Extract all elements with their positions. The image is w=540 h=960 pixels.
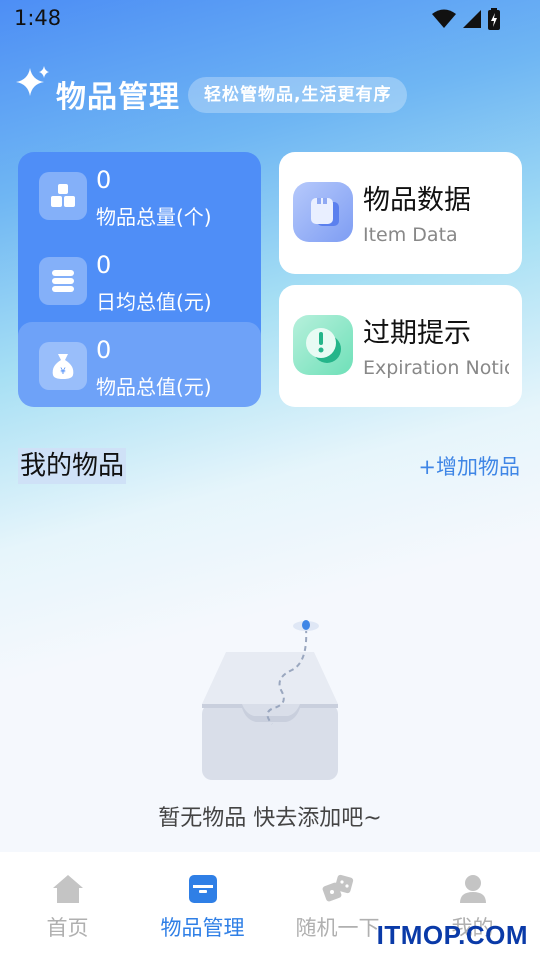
stat-label: 日均总值(元) xyxy=(96,290,212,314)
feature-subtitle: Item Data xyxy=(363,224,458,246)
slogan-badge: 轻松管物品,生活更有序 xyxy=(188,77,408,113)
app-title: 物品管理 xyxy=(56,80,180,115)
feature-title: 过期提示 xyxy=(363,318,471,349)
status-time: 1:48 xyxy=(14,6,62,30)
wifi-icon xyxy=(432,9,456,28)
boxes-icon xyxy=(39,172,87,220)
feature-subtitle: Expiration Notice xyxy=(363,357,509,379)
svg-text:¥: ¥ xyxy=(60,367,66,377)
tab-label: 首页 xyxy=(46,916,89,940)
stat-label: 物品总量(个) xyxy=(96,205,212,229)
watermark-logo: ITMOP.COM xyxy=(376,920,528,950)
tab-item-management[interactable]: 物品管理 xyxy=(135,852,270,960)
box-icon xyxy=(188,875,217,903)
tab-home[interactable]: 首页 xyxy=(0,852,135,960)
stat-total-value[interactable]: ¥ 0 物品总值(元) xyxy=(18,322,261,407)
layers-icon xyxy=(39,257,87,305)
stat-label: 物品总值(元) xyxy=(96,375,212,399)
empty-state-text: 暂无物品 快去添加吧~ xyxy=(158,806,382,831)
signal-icon xyxy=(463,10,481,28)
stats-card: 0 物品总量(个) 0 日均总值(元) ¥ 0 物品总值(元) xyxy=(18,152,261,407)
item-data-card[interactable]: 物品数据 Item Data xyxy=(279,152,522,274)
tab-label: 物品管理 xyxy=(160,916,245,940)
stat-total-count[interactable]: 0 物品总量(个) xyxy=(18,152,261,237)
alert-icon xyxy=(293,315,353,375)
money-bag-icon: ¥ xyxy=(39,342,87,390)
stat-value: 0 xyxy=(96,336,112,364)
stat-value: 0 xyxy=(96,166,112,194)
status-bar: 1:48 xyxy=(0,0,540,38)
stat-daily-value[interactable]: 0 日均总值(元) xyxy=(18,237,261,322)
empty-box-icon xyxy=(202,620,338,780)
stat-value: 0 xyxy=(96,251,112,279)
my-items-title: 我的物品 xyxy=(18,448,127,484)
feature-title: 物品数据 xyxy=(363,185,471,216)
user-icon xyxy=(459,875,486,903)
expiration-notice-card[interactable]: 过期提示 Expiration Notice xyxy=(279,285,522,407)
status-icons xyxy=(432,8,500,30)
dice-icon xyxy=(322,874,353,902)
add-item-button[interactable]: +增加物品 xyxy=(418,452,520,482)
sparkle-icon xyxy=(16,66,49,96)
data-icon xyxy=(293,182,353,242)
home-icon xyxy=(52,875,83,903)
battery-icon xyxy=(488,8,500,30)
header: 物品管理 轻松管物品,生活更有序 xyxy=(16,64,526,116)
